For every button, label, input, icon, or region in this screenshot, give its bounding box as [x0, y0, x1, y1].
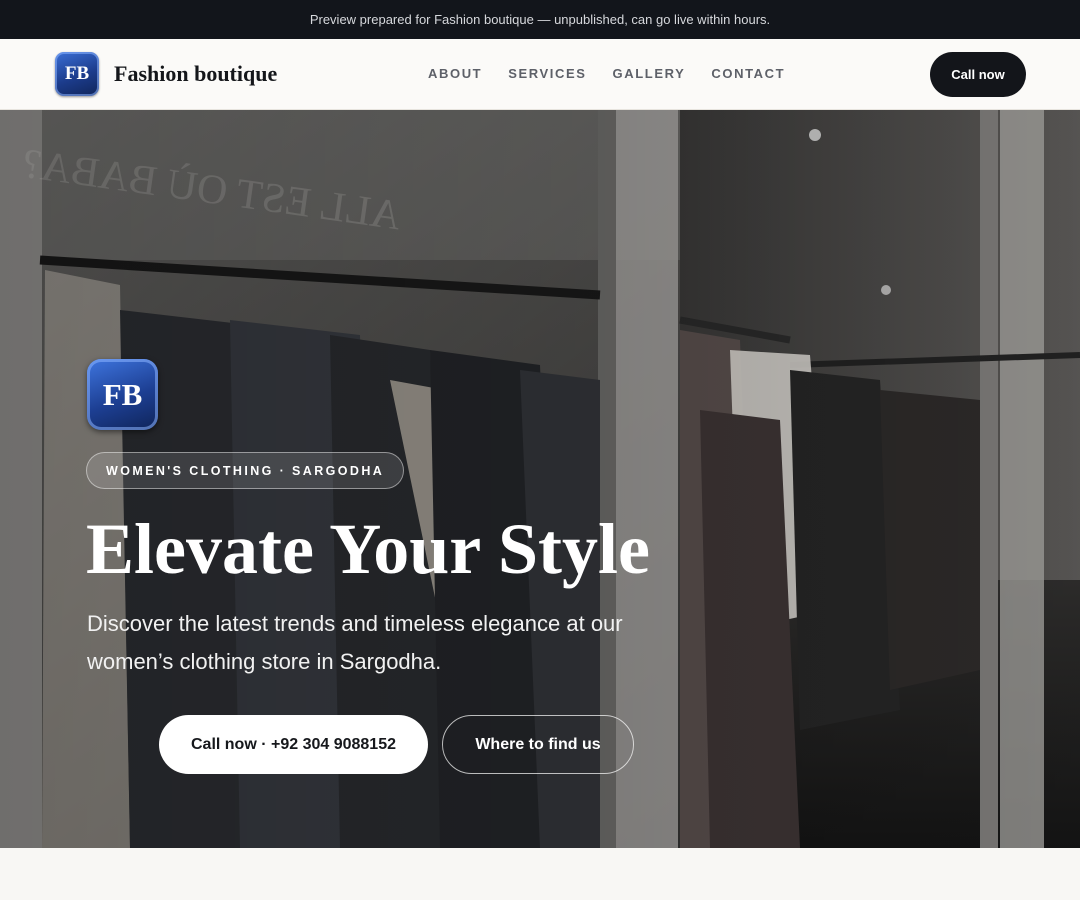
nav-link-contact[interactable]: CONTACT — [711, 66, 785, 81]
header-call-button[interactable]: Call now — [930, 52, 1026, 97]
nav-link-gallery[interactable]: GALLERY — [613, 66, 686, 81]
call-now-button[interactable]: Call now · +92 304 9088152 — [159, 715, 428, 774]
nav-link-about[interactable]: ABOUT — [428, 66, 482, 81]
preview-banner: Preview prepared for Fashion boutique — … — [0, 0, 1080, 39]
logo-initials: FB — [64, 63, 90, 84]
main-nav: ABOUT SERVICES GALLERY CONTACT — [428, 66, 785, 81]
site-header: FB Fashion boutique ABOUT SERVICES GALLE… — [0, 39, 1080, 110]
preview-banner-text: Preview prepared for Fashion boutique — … — [309, 12, 771, 27]
category-tag-text: WOMEN'S CLOTHING · SARGODHA — [106, 463, 385, 478]
hero-logo-initials: FB — [102, 376, 143, 412]
nav-link-services[interactable]: SERVICES — [508, 66, 586, 81]
category-tag: WOMEN'S CLOTHING · SARGODHA — [86, 452, 405, 489]
where-to-find-us-button[interactable]: Where to find us — [442, 715, 634, 774]
hero-subtitle: Discover the latest trends and timeless … — [87, 611, 623, 674]
brand-name[interactable]: Fashion boutique — [114, 61, 277, 87]
hero-headline: Elevate Your Style — [86, 509, 650, 589]
hero-logo-badge: FB — [87, 359, 158, 430]
hero-section: ALL EST OÙ BABA? FB WOMEN'S CLOTHING · S… — [0, 110, 1080, 848]
logo-badge[interactable]: FB — [55, 52, 99, 96]
